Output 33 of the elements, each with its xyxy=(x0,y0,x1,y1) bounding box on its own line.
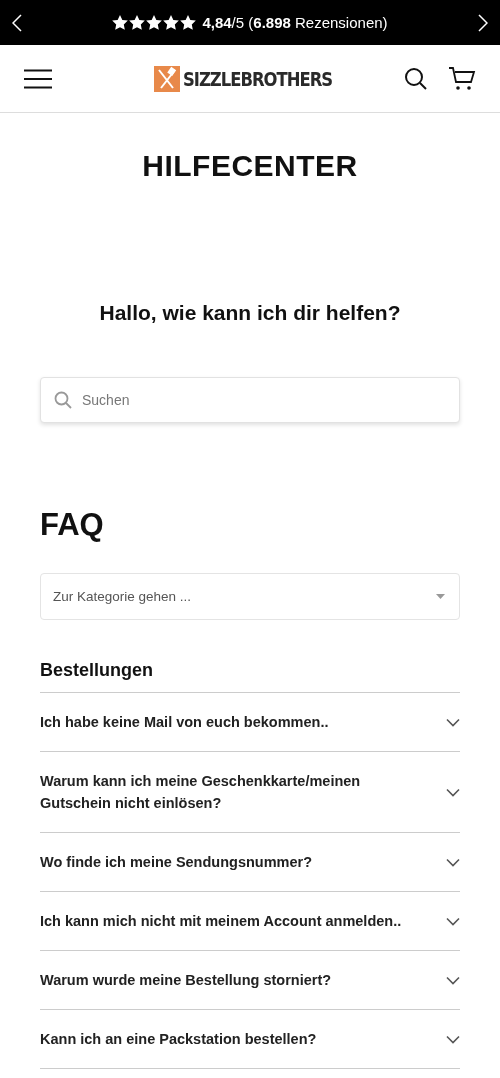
faq-question[interactable]: Ich habe keine Mail von euch bekommen.. xyxy=(40,693,460,752)
spatula-icon xyxy=(153,65,180,92)
dropdown-icon xyxy=(436,594,445,599)
chevron-icon xyxy=(446,857,460,867)
menu-button[interactable] xyxy=(24,68,52,89)
category-select[interactable]: Zur Kategorie gehen ... xyxy=(40,573,460,620)
chevron-icon xyxy=(446,787,460,797)
star-icon xyxy=(112,15,129,30)
next-button[interactable] xyxy=(478,13,488,32)
greeting: Hallo, wie kann ich dir helfen? xyxy=(98,301,402,325)
faq-question[interactable]: Warum wurde meine Bestellung storniert? xyxy=(40,951,460,1010)
cart-button[interactable] xyxy=(448,66,476,91)
faq-question[interactable]: Wo finde ich meine Sendungsnummer? xyxy=(40,833,460,892)
star-icon xyxy=(180,15,197,30)
faq-question[interactable]: Warum kann ich meine Geschenkkarte/meinen Gutschein nicht einlösen? xyxy=(40,752,460,833)
logo[interactable]: SIZZLEBROTHERS xyxy=(153,65,333,92)
star-icon xyxy=(129,15,146,30)
search-field[interactable]: Suchen xyxy=(40,377,460,423)
search-icon xyxy=(54,391,72,409)
faq-question[interactable]: Ich kann mich nicht mit meinem Account anmelden.. xyxy=(40,892,460,951)
section-heading: Bestellungen xyxy=(40,660,460,693)
page-title: HILFECENTER xyxy=(141,149,359,183)
star-icon xyxy=(163,15,180,30)
chevron-icon xyxy=(446,975,460,985)
faq-heading: FAQ xyxy=(40,507,105,543)
chevron-icon xyxy=(446,1034,460,1044)
star-icon xyxy=(146,15,163,30)
chevron-icon xyxy=(446,717,460,727)
previous-button[interactable] xyxy=(12,13,22,32)
search-button[interactable] xyxy=(404,66,428,91)
rating-text: 4,84/5 (6.898 Rezensionen) xyxy=(202,14,388,31)
chevron-icon xyxy=(446,916,460,926)
faq-question[interactable]: Kann ich an eine Packstation bestellen? xyxy=(40,1010,460,1069)
